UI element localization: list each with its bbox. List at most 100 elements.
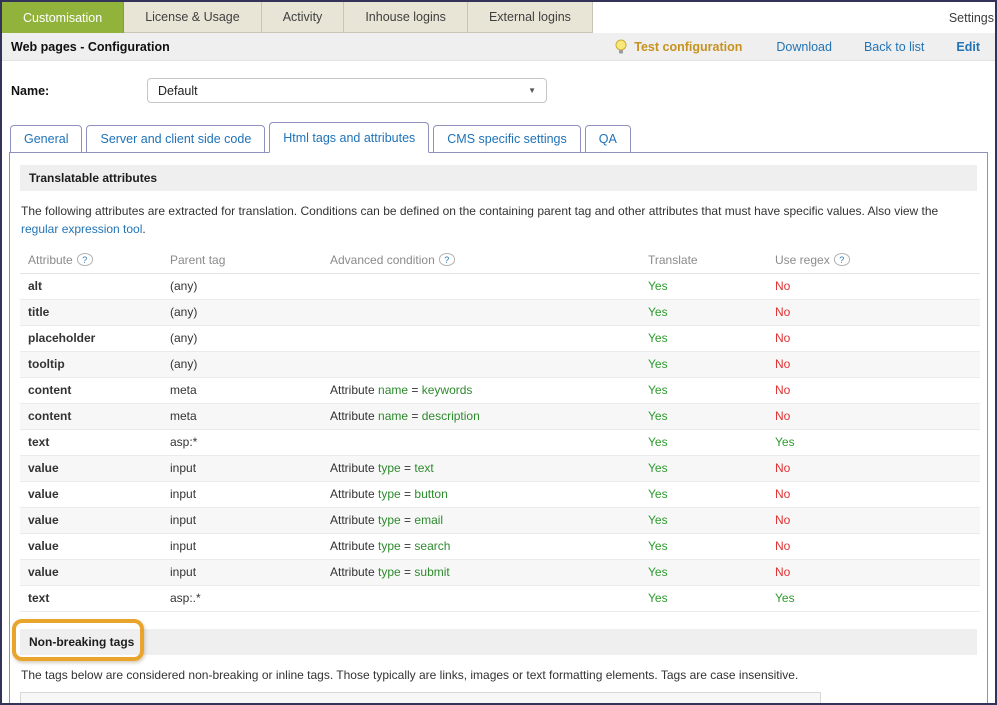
condition-attr-name: type [378,539,401,553]
tag-item: br [213,700,224,705]
tab-general[interactable]: General [10,125,82,153]
table-row: contentmetaAttribute name = keywordsYesN… [20,378,980,404]
attribute-cell: value [20,456,162,482]
tab-panel: Translatable attributes The following at… [9,152,988,705]
translate-cell: Yes [640,300,767,326]
tag-item: cite [240,700,259,705]
tag-item: sup [838,700,857,705]
advanced-condition-cell: Attribute type = text [322,456,640,482]
use-regex-value: No [775,565,790,579]
use-regex-cell: No [767,326,980,352]
name-row: Name: Default ▼ [2,61,995,113]
condition-value: keywords [422,383,473,397]
column-header-advanced-condition: Advanced condition? [322,246,640,274]
column-label: Use regex [775,253,830,267]
tag-item: a [33,700,40,705]
regular-expression-tool-link[interactable]: regular expression tool [21,222,142,236]
section-title-translatable-attributes: Translatable attributes [20,165,977,191]
translate-cell: Yes [640,352,767,378]
help-icon[interactable]: ? [77,253,93,266]
non-breaking-tags-list: aacronymbbigblinkbrcitecodedfnemfontiifr… [20,692,821,705]
tab-cms-specific-settings[interactable]: CMS specific settings [433,125,580,153]
description-text-end: . [142,222,145,236]
help-icon[interactable]: ? [439,253,455,266]
toolbar-actions: Test configuration Download Back to list… [615,39,986,55]
top-tab-license-usage[interactable]: License & Usage [124,2,262,33]
translate-value: Yes [648,487,668,501]
parent-tag-cell: (any) [162,352,322,378]
parent-tag-cell: input [162,560,322,586]
translate-value: Yes [648,565,668,579]
advanced-condition-cell [322,326,640,352]
parent-tag-cell: (any) [162,274,322,300]
table-row: placeholder(any)YesNo [20,326,980,352]
back-to-list-link[interactable]: Back to list [864,40,924,54]
tab-qa[interactable]: QA [585,125,631,153]
parent-tag-cell: asp:.* [162,586,322,612]
use-regex-value: No [775,305,790,319]
translate-cell: Yes [640,508,767,534]
table-row: title(any)YesNo [20,300,980,326]
sub-tab-bar: GeneralServer and client side codeHtml t… [2,122,995,153]
use-regex-value: No [775,331,790,345]
use-regex-cell: No [767,534,980,560]
translate-cell: Yes [640,404,767,430]
advanced-condition-cell [322,586,640,612]
table-row: textasp:.*YesYes [20,586,980,612]
tag-item: small [759,700,787,705]
parent-tag-cell: input [162,508,322,534]
advanced-condition-cell: Attribute type = submit [322,560,640,586]
tag-line: aacronymbbigblinkbrcitecodedfnemfontiifr… [33,700,808,705]
translate-value: Yes [648,279,668,293]
name-select[interactable]: Default ▼ [147,78,547,103]
advanced-condition-cell: Attribute type = search [322,534,640,560]
table-row: textasp:*YesYes [20,430,980,456]
top-tab-external-logins[interactable]: External logins [468,2,593,33]
download-link[interactable]: Download [776,40,832,54]
parent-tag-cell: meta [162,378,322,404]
settings-link[interactable]: Settings [949,2,994,33]
use-regex-cell: No [767,352,980,378]
use-regex-cell: No [767,378,980,404]
table-row: tooltip(any)YesNo [20,352,980,378]
use-regex-cell: No [767,456,980,482]
edit-link[interactable]: Edit [956,40,980,54]
condition-prefix: Attribute [330,565,378,579]
tab-server-and-client-side-code[interactable]: Server and client side code [86,125,265,153]
attribute-cell: title [20,300,162,326]
non-breaking-description: The tags below are considered non-breaki… [21,666,976,684]
condition-value: submit [414,565,449,579]
translate-value: Yes [648,409,668,423]
tag-item: blink [172,700,197,705]
advanced-condition-cell [322,300,640,326]
name-label: Name: [11,84,147,98]
use-regex-value: No [775,279,790,293]
condition-equals: = [408,409,422,423]
column-header-use-regex: Use regex? [767,246,980,274]
condition-equals: = [401,487,415,501]
translate-value: Yes [648,591,668,605]
condition-equals: = [401,565,415,579]
condition-attr-name: type [378,487,401,501]
attribute-cell: content [20,378,162,404]
test-configuration-button[interactable]: Test configuration [615,39,742,55]
column-label: Translate [648,253,698,267]
tab-html-tags-and-attributes[interactable]: Html tags and attributes [269,122,429,153]
translate-value: Yes [648,331,668,345]
attribute-cell: value [20,482,162,508]
attribute-cell: alt [20,274,162,300]
translatable-attributes-table: Attribute?Parent tagAdvanced condition?T… [20,246,980,612]
top-tab-inhouse-logins[interactable]: Inhouse logins [344,2,468,33]
top-tab-activity[interactable]: Activity [262,2,345,33]
help-icon[interactable]: ? [834,253,850,266]
parent-tag-cell: input [162,482,322,508]
top-tab-customisation[interactable]: Customisation [2,2,124,33]
table-row: valueinputAttribute type = searchYesNo [20,534,980,560]
tag-item: span [623,700,649,705]
app-window: CustomisationLicense & UsageActivityInho… [0,0,997,705]
attribute-cell: value [20,508,162,534]
condition-attr-name: type [378,461,401,475]
condition-equals: = [408,383,422,397]
condition-value: email [414,513,443,527]
table-row: valueinputAttribute type = buttonYesNo [20,482,980,508]
